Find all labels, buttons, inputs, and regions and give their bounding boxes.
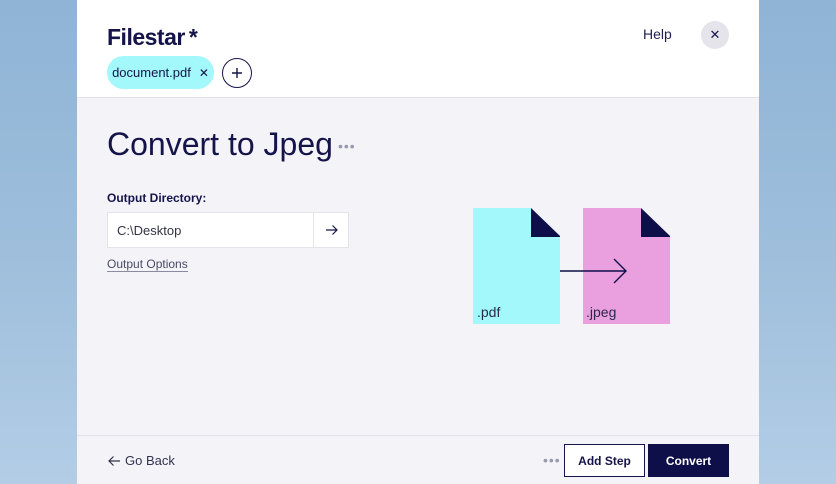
output-directory-input[interactable] [108, 213, 313, 247]
plus-icon [232, 68, 242, 78]
output-options-link[interactable]: Output Options [107, 257, 188, 272]
output-directory-field [107, 212, 349, 248]
file-chip[interactable]: document.pdf ✕ [107, 56, 214, 89]
footer-more-menu[interactable]: ••• [543, 452, 561, 468]
add-step-button[interactable]: Add Step [564, 444, 645, 477]
app-logo: Filestar * [107, 24, 198, 51]
go-back-label: Go Back [125, 453, 175, 468]
source-file-label: .pdf [477, 304, 500, 320]
convert-button[interactable]: Convert [648, 444, 729, 477]
title-more-menu[interactable]: ••• [338, 138, 356, 154]
header: Filestar * Help ✕ document.pdf ✕ [77, 0, 759, 98]
arrow-left-icon [108, 455, 120, 466]
output-directory-label: Output Directory: [107, 191, 207, 205]
browse-directory-button[interactable] [313, 213, 349, 247]
file-chip-label: document.pdf [112, 65, 191, 80]
add-file-button[interactable] [222, 58, 252, 88]
target-file-label: .jpeg [586, 304, 616, 320]
help-link[interactable]: Help [643, 26, 672, 42]
footer: Go Back ••• Add Step Convert [77, 435, 759, 484]
target-file-fold [641, 208, 670, 237]
close-icon: ✕ [709, 27, 721, 42]
remove-file-icon[interactable]: ✕ [199, 66, 209, 80]
close-button[interactable]: ✕ [701, 21, 729, 49]
logo-star: * [188, 24, 198, 50]
logo-text: Filestar [107, 24, 185, 50]
conversion-illustration: .pdf .jpeg [473, 208, 670, 324]
converter-window: Filestar * Help ✕ document.pdf ✕ Convert … [77, 0, 759, 484]
arrow-right-icon [325, 225, 338, 235]
page-title: Convert to Jpeg [107, 126, 333, 162]
source-file-fold [531, 208, 560, 237]
go-back-button[interactable]: Go Back [108, 453, 175, 468]
